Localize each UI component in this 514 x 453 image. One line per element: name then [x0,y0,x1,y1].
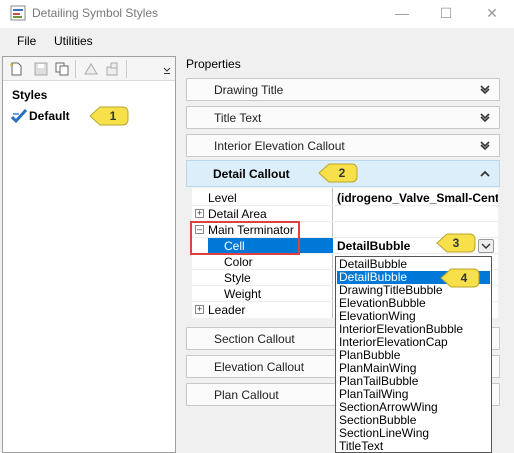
styles-heading: Styles [12,88,48,102]
callout-badge-3: 3 [436,232,476,254]
callout-number: 2 [338,166,346,180]
grid-row-detail-area[interactable]: + Detail Area [192,206,498,222]
grid-row-name: Color [224,255,253,269]
callout-number: 4 [460,271,468,285]
grid-row-value: (idrogeno_Valve_Small-Cent [337,191,498,205]
new-icon[interactable] [9,62,23,76]
section-label: Drawing Title [214,83,284,97]
maximize-icon[interactable]: ☐ [424,0,468,28]
style-item-default[interactable] [10,108,28,124]
callout-number: 1 [109,109,117,123]
chevron-down-icon [480,113,490,123]
expand-icon[interactable]: + [195,305,204,314]
section-label: Section Callout [214,332,295,346]
toolbar-overflow-icon[interactable] [162,60,172,78]
save-icon[interactable] [34,62,48,76]
section-label: Elevation Callout [214,360,305,374]
section-drawing-title[interactable]: Drawing Title [186,78,500,101]
grid-row-name: Detail Area [208,207,267,221]
highlight-box [190,221,300,255]
copy-icon[interactable] [55,62,69,76]
callout-badge-4: 4 [440,267,480,289]
section-title-text[interactable]: Title Text [186,106,500,129]
add-style-icon[interactable] [84,62,98,76]
app-icon [10,5,26,21]
menu-file[interactable]: File [17,34,36,48]
grid-row-name: Weight [224,287,262,301]
chevron-down-icon [480,85,490,95]
remove-style-icon[interactable] [105,62,119,76]
grid-row-level[interactable]: Level (idrogeno_Valve_Small-Cent [192,190,498,206]
window-title: Detailing Symbol Styles [32,6,159,20]
chevron-up-icon [480,170,490,177]
menu-utilities[interactable]: Utilities [54,34,93,48]
chevron-down-icon [481,243,491,249]
callout-badge-1: 1 [89,105,129,127]
grid-row-name: Leader [208,303,246,317]
cell-dropdown-button[interactable] [478,239,494,253]
section-label: Interior Elevation Callout [214,139,345,153]
minimize-icon[interactable]: — [380,0,424,28]
close-icon[interactable]: ✕ [470,0,514,28]
properties-label: Properties [186,57,241,71]
section-label: Detail Callout [213,167,290,181]
grid-row-name: Level [208,191,237,205]
toolbar-divider [75,60,76,78]
toolbar-divider [126,60,127,78]
section-interior-elevation-callout[interactable]: Interior Elevation Callout [186,134,500,157]
grid-row-name: Style [224,271,251,285]
section-label: Title Text [214,111,262,125]
expand-icon[interactable]: + [195,209,204,218]
style-item-default-label: Default [29,109,70,123]
callout-badge-2: 2 [318,162,358,184]
dropdown-option[interactable]: TitleText [339,440,383,453]
style-check-icon [10,108,28,124]
chevron-down-icon [480,141,490,151]
callout-number: 3 [452,236,460,250]
section-label: Plan Callout [214,388,279,402]
